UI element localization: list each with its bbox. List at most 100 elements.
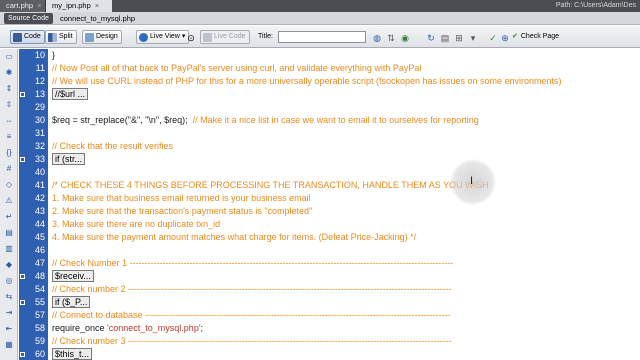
code-line[interactable]: if ($_P... — [52, 296, 91, 309]
expand-fold-icon[interactable] — [20, 92, 25, 97]
related-files-bar: Source Code connect_to_mysql.php — [0, 12, 640, 25]
code-line[interactable]: $this_t... — [52, 348, 93, 360]
visual-aids-icon[interactable]: ⊞ — [454, 33, 464, 43]
preview-browser-icon[interactable]: ◉ — [400, 33, 410, 43]
check-page-button[interactable]: ✔ Check Page — [512, 30, 559, 44]
collapsed-code-block[interactable]: $this_t... — [52, 348, 93, 360]
move-css-icon[interactable]: ⇆ — [4, 292, 14, 302]
code-line[interactable]: } — [52, 49, 55, 62]
code-line[interactable]: // Check number 3 ----------------------… — [52, 335, 452, 348]
title-input[interactable] — [278, 31, 366, 43]
line-number-gutter: 10 11 12 13 29 30 31 32 33 40 41 42 43 44 45 46 47 48 54 55… — [19, 49, 48, 360]
code-comment: // Check number 2 ----------------------… — [52, 284, 452, 294]
live-view-button[interactable]: Live View ▾ — [136, 30, 190, 44]
collapsed-code-block[interactable]: if ($_P... — [52, 296, 91, 308]
open-documents-icon[interactable]: ▭ — [4, 52, 14, 62]
select-parent-tag-icon[interactable]: ≡ — [4, 132, 14, 142]
browser-check-icon[interactable]: ✓ — [488, 33, 498, 43]
related-file-link[interactable]: connect_to_mysql.php — [60, 12, 135, 25]
live-view-label: Live View — [150, 33, 180, 40]
code-comment: // Connect to database -----------------… — [52, 310, 451, 320]
globe-icon[interactable]: ◍ — [372, 33, 382, 43]
file-management-icon[interactable]: ⇅ — [386, 33, 396, 43]
highlight-invalid-icon[interactable]: ◇ — [4, 180, 14, 190]
code-comment: // Check that the result verifies — [52, 141, 174, 151]
line-number: 32 — [34, 141, 45, 151]
code-line[interactable]: // Now Post all of that back to PayPal's… — [52, 62, 421, 75]
expand-all-icon[interactable]: ⇔ — [4, 116, 14, 126]
validate-icon[interactable]: ▾ — [468, 33, 478, 43]
collapsed-code-block[interactable]: if (str... — [52, 153, 85, 165]
show-code-navigator-icon[interactable]: ✱ — [4, 68, 14, 78]
code-comment: // Check number 3 ----------------------… — [52, 336, 452, 346]
expand-fold-icon[interactable] — [20, 274, 25, 279]
code-line[interactable]: /* CHECK THESE 4 THINGS BEFORE PROCESSIN… — [52, 179, 489, 192]
close-icon[interactable]: × — [37, 0, 41, 12]
apply-comment-icon[interactable]: ▤ — [4, 228, 14, 238]
outdent-code-icon[interactable]: ⇤ — [4, 324, 14, 334]
code-line[interactable]: 3. Make sure there are no duplicate txn_… — [52, 218, 220, 231]
line-number: 12 — [34, 76, 45, 86]
format-source-icon[interactable]: ▦ — [4, 340, 14, 350]
expand-fold-icon[interactable] — [20, 352, 25, 357]
code-line[interactable]: // Check Number 1 ----------------------… — [52, 257, 453, 270]
line-number: 40 — [34, 167, 45, 177]
inspect-icon[interactable]: ⊙ — [186, 33, 196, 43]
code-comment: // Check Number 1 ----------------------… — [52, 258, 454, 268]
close-icon[interactable]: × — [95, 0, 99, 12]
collapsed-code-block[interactable]: //$url ... — [52, 88, 89, 100]
line-number: 29 — [34, 102, 45, 112]
expand-fold-icon[interactable] — [20, 157, 25, 162]
code-line[interactable]: 1. Make sure that business email returne… — [52, 192, 311, 205]
tab-my-ipn-php[interactable]: my_ipn.php × — [46, 0, 112, 12]
line-number: 45 — [34, 232, 45, 242]
code-line[interactable]: $receiv... — [52, 270, 94, 283]
code-line[interactable]: $req = str_replace("&", "\n", $req); // … — [52, 114, 479, 127]
code-line[interactable]: 2. Make sure that the transaction's paym… — [52, 205, 312, 218]
wrap-tag-icon[interactable]: ◆ — [4, 260, 14, 270]
live-code-button[interactable]: Live Code — [200, 30, 250, 44]
collapsed-code-block[interactable]: $receiv... — [52, 270, 94, 282]
tab-cart-php[interactable]: cart.php × — [0, 0, 46, 12]
code-line[interactable]: //$url ... — [52, 88, 89, 101]
collapse-full-tag-icon[interactable]: ⇕ — [4, 84, 14, 94]
code-editor[interactable]: }// Now Post all of that back to PayPal'… — [48, 49, 640, 360]
source-code-button[interactable]: Source Code — [4, 13, 53, 24]
word-wrap-icon[interactable]: ↵ — [4, 212, 14, 222]
line-number: 47 — [34, 258, 45, 268]
code-line[interactable]: require_once 'connect_to_mysql.php'; — [52, 322, 203, 335]
line-number: 31 — [34, 128, 45, 138]
code-line[interactable]: // Check number 2 ----------------------… — [52, 283, 452, 296]
code-comment: 1. Make sure that business email returne… — [52, 193, 311, 203]
code-comment: /* CHECK THESE 4 THINGS BEFORE PROCESSIN… — [52, 180, 489, 190]
coding-toolbar: ▭ ✱ ⇕ ⇳ ⇔ ≡ {} # ◇ ⚠ ↵ ▤ ▥ ◆ ◎ ⇆ ⇥ ⇤ ▦ — [0, 49, 18, 360]
code-line[interactable]: // Connect to database -----------------… — [52, 309, 451, 322]
syntax-error-icon[interactable]: ⚠ — [4, 196, 14, 206]
code-line[interactable]: if (str... — [52, 153, 85, 166]
code-comment: // Make it a nice list in case we want t… — [192, 115, 479, 125]
text-cursor-icon: I — [470, 175, 474, 187]
split-view-button[interactable]: Split — [45, 30, 77, 44]
document-toolbar: Code Split Design Live View ▾ ⊙ Live Code… — [0, 26, 640, 48]
split-icon — [48, 32, 57, 42]
indent-code-icon[interactable]: ⇥ — [4, 308, 14, 318]
code-line[interactable]: 4. Make sure the payment amount matches … — [52, 231, 416, 244]
target-icon[interactable]: ⊕ — [500, 33, 510, 43]
split-label: Split — [59, 33, 73, 40]
view-options-icon[interactable]: ▤ — [440, 33, 450, 43]
balance-braces-icon[interactable]: {} — [4, 148, 14, 158]
expand-fold-icon[interactable] — [20, 300, 25, 305]
line-number: 42 — [34, 193, 45, 203]
design-view-button[interactable]: Design — [82, 30, 122, 44]
check-page-label: Check Page — [520, 33, 560, 40]
remove-comment-icon[interactable]: ▥ — [4, 244, 14, 254]
refresh-icon[interactable]: ↻ — [426, 33, 436, 43]
line-number: 43 — [34, 206, 45, 216]
code-line[interactable]: // Check that the result verifies — [52, 140, 173, 153]
code-view-button[interactable]: Code — [10, 30, 45, 44]
recent-snippets-icon[interactable]: ◎ — [4, 276, 14, 286]
collapse-selection-icon[interactable]: ⇳ — [4, 100, 14, 110]
code-line[interactable]: // We will use CURL instead of PHP for t… — [52, 75, 562, 88]
line-numbers-icon[interactable]: # — [4, 164, 14, 174]
file-path-label: Path: C:\Users\Adam\Des — [555, 2, 636, 9]
